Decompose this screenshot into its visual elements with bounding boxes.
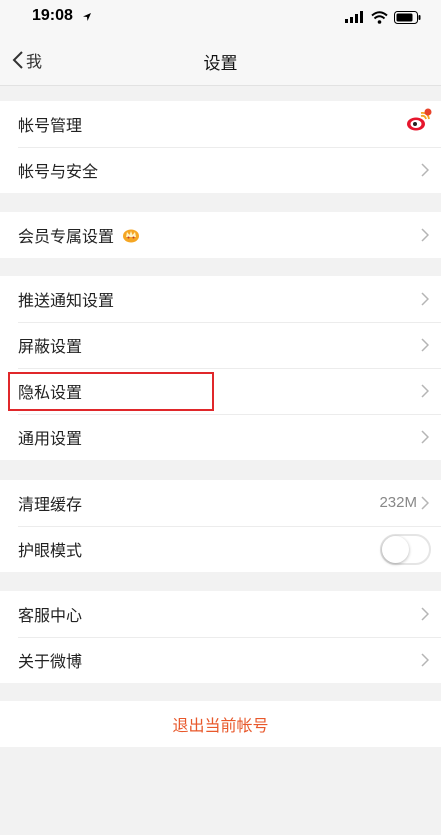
about-weibo-row[interactable]: 关于微博 — [0, 637, 441, 683]
chevron-right-icon — [421, 338, 429, 352]
general-settings-row[interactable]: 通用设置 — [0, 414, 441, 460]
about-group: 客服中心 关于微博 — [0, 591, 441, 683]
status-time: 19:08 — [32, 7, 73, 24]
block-settings-label: 屏蔽设置 — [18, 337, 83, 356]
cache-size-value: 232M — [379, 494, 417, 511]
eye-mode-row: 护眼模式 — [0, 526, 441, 572]
settings-group: 推送通知设置 屏蔽设置 隐私设置 通用设置 — [0, 276, 441, 460]
account-group: 帐号管理 帐号与安全 — [0, 101, 441, 193]
eye-mode-label: 护眼模式 — [18, 541, 83, 560]
chevron-right-icon — [421, 430, 429, 444]
chevron-right-icon — [421, 228, 429, 242]
customer-service-label: 客服中心 — [18, 606, 83, 625]
chevron-right-icon — [421, 653, 429, 667]
member-group: 会员专属设置 — [0, 212, 441, 258]
member-settings-row[interactable]: 会员专属设置 — [0, 212, 441, 258]
account-manage-row[interactable]: 帐号管理 — [0, 101, 441, 147]
chevron-right-icon — [421, 163, 429, 177]
battery-icon — [394, 10, 421, 24]
crown-icon — [122, 227, 140, 243]
nav-bar: 我 设置 — [0, 34, 441, 86]
eye-mode-toggle[interactable] — [380, 534, 431, 565]
clear-cache-label: 清理缓存 — [18, 495, 83, 514]
chevron-right-icon — [421, 496, 429, 510]
push-settings-label: 推送通知设置 — [18, 291, 115, 310]
block-settings-row[interactable]: 屏蔽设置 — [0, 322, 441, 368]
account-security-row[interactable]: 帐号与安全 — [0, 147, 441, 193]
account-manage-label: 帐号管理 — [18, 116, 83, 135]
status-bar: 19:08 — [0, 0, 441, 34]
customer-service-row[interactable]: 客服中心 — [0, 591, 441, 637]
signal-icon — [345, 11, 363, 23]
toggle-knob — [382, 536, 409, 563]
logout-button[interactable]: 退出当前帐号 — [0, 701, 441, 747]
logout-label: 退出当前帐号 — [172, 716, 269, 735]
wifi-icon — [371, 10, 388, 24]
member-settings-label: 会员专属设置 — [18, 227, 115, 246]
privacy-settings-row[interactable]: 隐私设置 — [0, 368, 441, 414]
privacy-settings-label: 隐私设置 — [18, 383, 83, 402]
chevron-right-icon — [421, 384, 429, 398]
push-settings-row[interactable]: 推送通知设置 — [0, 276, 441, 322]
clear-cache-row[interactable]: 清理缓存 232M — [0, 480, 441, 526]
location-arrow-icon — [83, 13, 91, 21]
weibo-logo-icon — [407, 108, 432, 131]
storage-group: 清理缓存 232M 护眼模式 — [0, 480, 441, 572]
chevron-right-icon — [421, 292, 429, 306]
chevron-right-icon — [421, 607, 429, 621]
general-settings-label: 通用设置 — [18, 429, 83, 448]
account-security-label: 帐号与安全 — [18, 162, 99, 181]
page-title: 设置 — [203, 54, 238, 74]
about-weibo-label: 关于微博 — [18, 652, 83, 671]
